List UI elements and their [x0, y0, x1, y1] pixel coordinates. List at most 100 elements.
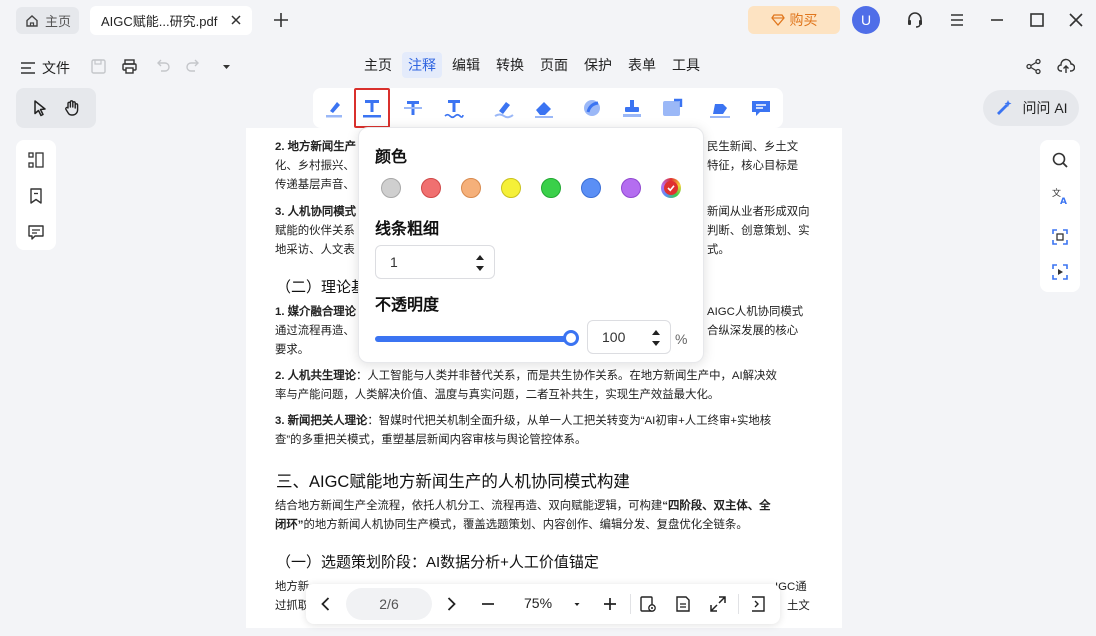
buy-button[interactable]: 购买 — [748, 6, 840, 34]
color-swatch-custom[interactable] — [661, 178, 681, 198]
annotation-toolbar — [313, 88, 783, 128]
thumbnails-icon[interactable] — [27, 151, 45, 169]
section-heading: （一）选题策划阶段：AI数据分析+人工价值锚定 — [276, 554, 599, 571]
main-tabs: 主页 注释 编辑 转换 页面 保护 表单 工具 — [358, 52, 706, 78]
shape-icon[interactable] — [580, 96, 604, 120]
signature-icon[interactable] — [708, 96, 732, 120]
minimize-icon[interactable] — [988, 11, 1006, 29]
document-tab-label: AIGC赋能...研究.pdf — [101, 14, 218, 29]
search-icon[interactable] — [1051, 151, 1069, 169]
zoom-level[interactable]: 75% — [524, 595, 552, 611]
diamond-icon — [770, 14, 785, 26]
paragraph-line: 率与产能问题，人类解决价值、温度与真实问题，二者互补共生，实现生产效益最大化。 — [275, 389, 720, 401]
tab-protect[interactable]: 保护 — [578, 52, 618, 78]
opacity-value: 100 — [602, 329, 626, 345]
color-swatch-purple[interactable] — [621, 178, 641, 198]
tab-edit[interactable]: 编辑 — [446, 52, 486, 78]
bookmark-icon[interactable] — [27, 187, 45, 205]
home-tab-label: 主页 — [45, 14, 72, 29]
tab-form[interactable]: 表单 — [622, 52, 662, 78]
paragraph-line: 3. 新闻把关人理论：智媒时代把关机制全面升级，从单一人工把关转变为“AI初审+… — [275, 415, 772, 427]
hand-pan-icon[interactable] — [63, 99, 81, 117]
tab-tools[interactable]: 工具 — [666, 52, 706, 78]
fit-expand-icon[interactable] — [709, 595, 727, 613]
opacity-slider-handle[interactable] — [563, 330, 579, 346]
color-swatch-red[interactable] — [421, 178, 441, 198]
zoom-dropdown-icon[interactable] — [568, 595, 586, 613]
paragraph-line: 查”的多重把关模式，重塑基层新闻内容审核与舆论管控体系。 — [275, 434, 587, 446]
squiggly-underline-icon[interactable] — [442, 96, 466, 120]
pen-draw-icon[interactable] — [492, 96, 516, 120]
menu-bar: 文件 主页 注释 编辑 转换 页面 保护 表单 工具 — [0, 48, 1096, 84]
screen-record-icon[interactable] — [1051, 263, 1069, 281]
color-swatch-yellow[interactable] — [501, 178, 521, 198]
toolbar-divider — [630, 594, 631, 614]
comments-icon[interactable] — [27, 223, 45, 241]
zoom-in-icon[interactable] — [601, 595, 619, 613]
line-width-label: 线条粗细 — [375, 221, 440, 238]
line-width-value: 1 — [390, 254, 398, 270]
translate-icon[interactable]: 文A — [1051, 187, 1069, 205]
highlight-pen-icon[interactable] — [322, 96, 346, 120]
paragraph-line: 结合地方新闻生产全流程，依托人机分工、流程再造、双向赋能逻辑，可构建“四阶段、双… — [275, 500, 771, 512]
save-icon[interactable] — [90, 58, 107, 75]
tab-convert[interactable]: 转换 — [490, 52, 530, 78]
undo-icon[interactable] — [154, 58, 171, 75]
redo-icon[interactable] — [185, 58, 202, 75]
chapter-heading: 三、AIGC赋能地方新闻生产的人机协同模式构建 — [276, 473, 630, 491]
headset-icon[interactable] — [906, 11, 924, 29]
color-label: 颜色 — [375, 149, 408, 166]
new-tab-icon[interactable] — [272, 11, 290, 29]
opacity-stepper[interactable]: 100 — [587, 320, 671, 354]
area-highlight-icon[interactable] — [660, 96, 684, 120]
right-sidebar: 文A — [1040, 140, 1080, 292]
share-icon[interactable] — [1025, 58, 1042, 75]
paragraph-line: 2. 人机共生理论：人工智能与人类并非替代关系，而是共生协作关系。在地方新闻生产… — [275, 370, 777, 382]
select-cursor-icon[interactable] — [31, 99, 49, 117]
color-swatch-green[interactable] — [541, 178, 561, 198]
page-number-input[interactable]: 2/6 — [346, 588, 432, 620]
color-swatch-gray[interactable] — [381, 178, 401, 198]
file-menu[interactable]: 文件 — [20, 58, 70, 78]
cloud-upload-icon[interactable] — [1057, 58, 1075, 75]
collapse-panel-icon[interactable] — [749, 595, 767, 613]
color-swatch-blue[interactable] — [581, 178, 601, 198]
close-window-icon[interactable] — [1067, 11, 1085, 29]
pointer-tools — [16, 88, 96, 128]
stepper-arrows-icon[interactable] — [475, 253, 485, 273]
comment-note-icon[interactable] — [749, 96, 773, 120]
previous-page-icon[interactable] — [317, 595, 335, 613]
tab-annotate[interactable]: 注释 — [402, 52, 442, 78]
read-mode-icon[interactable] — [639, 595, 657, 613]
page-view-icon[interactable] — [674, 595, 692, 613]
page-navigation-bar: 2/6 75% — [306, 584, 780, 624]
text-underline-tool[interactable] — [354, 88, 390, 128]
more-dropdown-icon[interactable] — [218, 58, 235, 75]
ask-ai-button[interactable]: 问问 AI — [983, 90, 1079, 126]
stepper-arrows-icon[interactable] — [651, 328, 661, 348]
text-style-popover: 颜色 线条粗细 1 不透明度 100 % — [358, 127, 704, 363]
user-avatar[interactable]: U — [852, 6, 880, 34]
opacity-label: 不透明度 — [375, 297, 440, 314]
zoom-out-icon[interactable] — [479, 595, 497, 613]
menu-lines-icon — [20, 61, 36, 75]
stamp-icon[interactable] — [620, 96, 644, 120]
hamburger-menu-icon[interactable] — [948, 11, 966, 29]
maximize-icon[interactable] — [1028, 11, 1046, 29]
print-icon[interactable] — [121, 58, 138, 75]
title-bar: 主页 AIGC赋能...研究.pdf 购买 U — [0, 0, 1096, 40]
tab-page[interactable]: 页面 — [534, 52, 574, 78]
document-tab[interactable]: AIGC赋能...研究.pdf — [90, 6, 252, 35]
tab-home[interactable]: 主页 — [358, 52, 398, 78]
file-menu-label: 文件 — [42, 60, 70, 76]
close-tab-icon[interactable] — [228, 12, 244, 28]
svg-text:A: A — [1060, 197, 1067, 205]
eraser-icon[interactable] — [532, 96, 556, 120]
opacity-slider-track[interactable] — [375, 336, 571, 342]
ocr-scan-icon[interactable] — [1051, 228, 1069, 246]
next-page-icon[interactable] — [442, 595, 460, 613]
line-width-stepper[interactable]: 1 — [375, 245, 495, 279]
home-tab[interactable]: 主页 — [16, 7, 79, 34]
strikethrough-icon[interactable] — [401, 96, 425, 120]
color-swatch-orange[interactable] — [461, 178, 481, 198]
